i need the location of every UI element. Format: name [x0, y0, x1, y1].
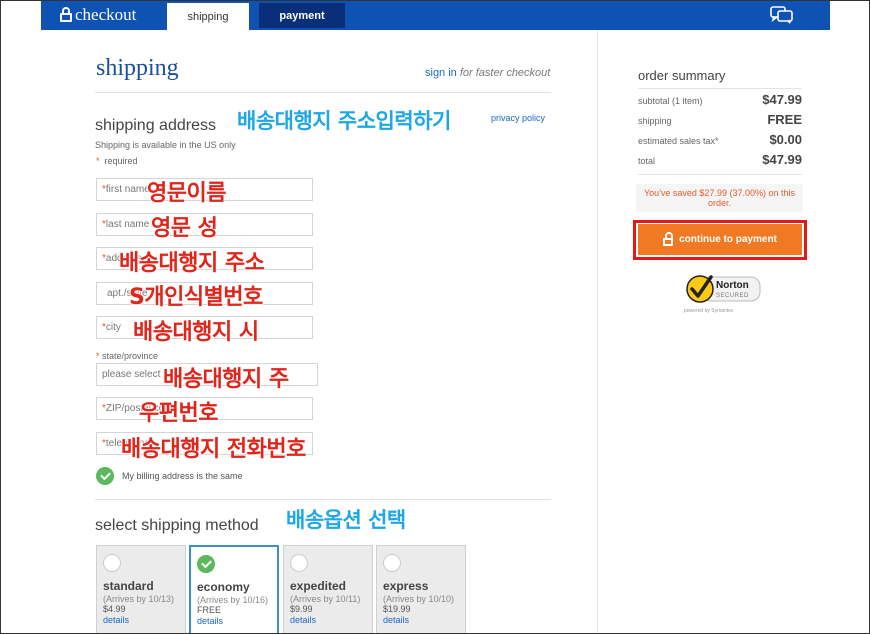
option-name: express: [383, 579, 429, 593]
check-icon: [197, 555, 215, 573]
page-title: shipping: [96, 55, 179, 81]
shipping-option-standard[interactable]: standard (Arrives by 10/13) $4.99 detail…: [96, 545, 186, 633]
shipping-option-expedited[interactable]: expedited (Arrives by 10/11) $9.99 detai…: [283, 545, 373, 633]
option-details-link[interactable]: details: [383, 614, 459, 626]
option-arrival: (Arrives by 10/11): [290, 594, 361, 604]
divider: [638, 174, 802, 175]
required-note: * required: [96, 156, 138, 166]
option-price: FREE: [197, 605, 222, 615]
summary-value: $47.99: [762, 152, 802, 167]
badge-sub: SECURED: [716, 293, 749, 299]
continue-button-label: continue to payment: [679, 234, 777, 245]
summary-label: estimated sales tax*: [638, 136, 719, 146]
state-label-text: state/province: [102, 351, 159, 361]
continue-to-payment-button[interactable]: continue to payment: [638, 224, 802, 255]
signin-link[interactable]: sign in: [425, 67, 457, 79]
annotation-last-name: 영문 성: [150, 216, 218, 242]
annotation-address-input: 배송대행지 주소입력하기: [237, 109, 452, 134]
annotation-zip: 우편번호: [139, 401, 219, 427]
lock-icon: [60, 6, 72, 22]
option-arrival: (Arrives by 10/10): [383, 594, 455, 604]
summary-value: $0.00: [769, 132, 802, 147]
option-arrival: (Arrives by 10/13): [103, 594, 175, 604]
divider: [95, 92, 551, 93]
shipping-address-heading: shipping address: [95, 117, 216, 134]
state-label: * state/province: [96, 351, 159, 361]
checkout-logo[interactable]: checkout: [60, 5, 136, 25]
city-placeholder: city: [105, 322, 121, 333]
annotation-apt: S개인식별번호: [129, 285, 264, 311]
us-only-note: Shipping is available in the US only: [95, 140, 236, 150]
option-details-link[interactable]: details: [290, 614, 366, 626]
shipping-option-economy[interactable]: economy (Arrives by 10/16) FREE details: [189, 545, 279, 633]
norton-secured-badge: Norton SECURED powered by Symantec: [684, 275, 761, 314]
lock-icon: [663, 231, 674, 246]
signin-suffix: for faster checkout: [459, 67, 551, 79]
option-price: $9.99: [290, 604, 313, 614]
savings-note: You've saved $27.99 (37.00%) on this ord…: [636, 184, 803, 212]
option-name: standard: [103, 579, 154, 593]
shipping-option-express[interactable]: express (Arrives by 10/10) $19.99 detail…: [376, 545, 466, 633]
check-icon: [96, 467, 114, 485]
last-name-placeholder: last name: [105, 219, 150, 230]
badge-powered: powered by Symantec: [684, 308, 734, 314]
radio-icon: [103, 554, 121, 572]
logo-text: checkout: [75, 5, 137, 24]
tab-payment[interactable]: payment: [259, 3, 345, 28]
annotation-shipping-option: 배송옵션 선택: [286, 508, 407, 533]
option-name: economy: [197, 580, 250, 594]
option-arrival: (Arrives by 10/16): [197, 595, 269, 605]
option-details-link[interactable]: details: [197, 615, 271, 627]
annotation-telephone: 배송대행지 전화번호: [121, 437, 307, 463]
checkout-page: checkout shipping payment shipping sign …: [0, 0, 870, 634]
option-price: $19.99: [383, 604, 411, 614]
option-details-link[interactable]: details: [103, 614, 179, 626]
top-bar: checkout shipping payment: [41, 1, 830, 30]
summary-row-total: total $47.99: [638, 152, 802, 167]
summary-value: $47.99: [762, 92, 802, 107]
annotation-address: 배송대행지 주소: [118, 251, 265, 277]
divider: [638, 88, 802, 89]
radio-icon: [383, 554, 401, 572]
summary-row-tax: estimated sales tax* $0.00: [638, 132, 802, 147]
annotation-state: 배송대행지 주: [163, 367, 290, 393]
summary-row-subtotal: subtotal (1 item) $47.99: [638, 92, 802, 107]
chat-icon[interactable]: [770, 6, 794, 24]
shipping-method-heading: select shipping method: [95, 517, 259, 534]
signin-prompt: sign in for faster checkout: [425, 67, 550, 79]
divider: [95, 499, 551, 500]
summary-label: total: [638, 156, 656, 166]
order-summary-title: order summary: [638, 68, 726, 83]
required-text: required: [104, 156, 138, 166]
badge-title: Norton: [716, 280, 749, 291]
column-divider: [597, 30, 598, 633]
summary-label: subtotal (1 item): [638, 96, 703, 106]
option-name: expedited: [290, 579, 347, 593]
privacy-policy-link[interactable]: privacy policy: [491, 113, 545, 123]
state-select-value: please select: [102, 369, 161, 380]
summary-value: FREE: [767, 112, 802, 127]
billing-same-toggle[interactable]: My billing address is the same: [96, 467, 243, 485]
tab-shipping[interactable]: shipping: [167, 3, 249, 30]
radio-icon: [290, 554, 308, 572]
first-name-placeholder: first name: [105, 184, 150, 195]
summary-label: shipping: [638, 116, 672, 126]
option-price: $4.99: [103, 604, 126, 614]
annotation-city: 배송대행지 시: [133, 320, 260, 346]
billing-same-label: My billing address is the same: [122, 471, 243, 481]
annotation-first-name: 영문이름: [147, 181, 227, 207]
summary-row-shipping: shipping FREE: [638, 112, 802, 127]
